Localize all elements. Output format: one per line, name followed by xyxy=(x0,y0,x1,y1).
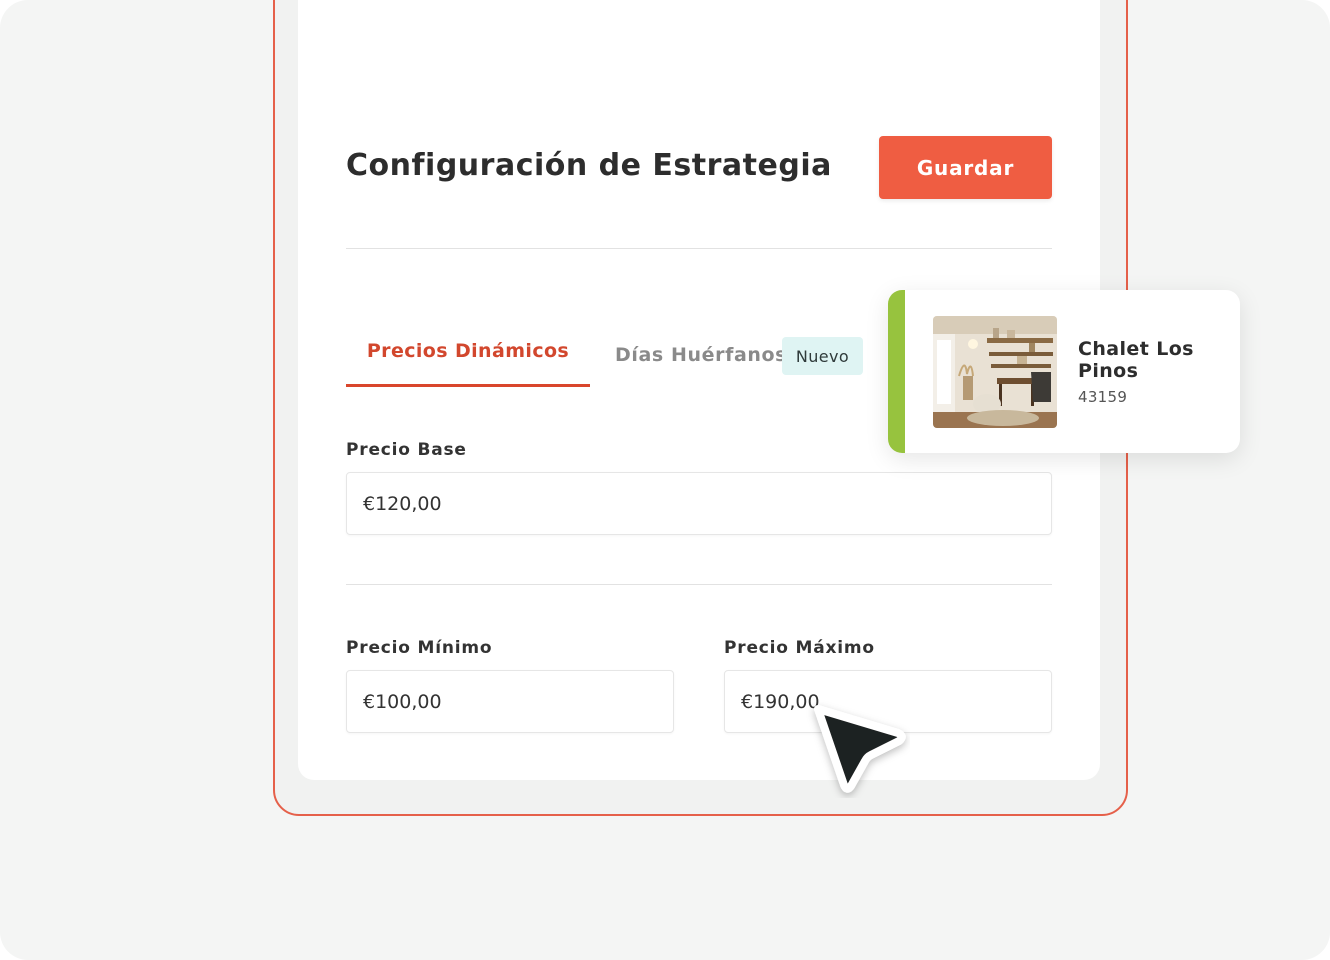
pointer-arrow-icon xyxy=(814,705,906,793)
min-price-input[interactable] xyxy=(346,670,674,733)
max-price-label: Precio Máximo xyxy=(724,638,875,658)
property-code: 43159 xyxy=(1078,388,1128,406)
tab-precios-dinamicos[interactable]: Precios Dinámicos xyxy=(346,340,590,387)
header-divider xyxy=(346,248,1052,249)
tab-label: Precios Dinámicos xyxy=(366,340,570,362)
card-accent-bar xyxy=(888,290,905,453)
base-price-label: Precio Base xyxy=(346,440,467,460)
base-price-input[interactable] xyxy=(346,472,1052,535)
new-badge: Nuevo xyxy=(782,337,863,375)
min-price-label: Precio Mínimo xyxy=(346,638,493,658)
section-divider xyxy=(346,584,1052,585)
property-photo xyxy=(933,316,1057,428)
property-name: Chalet Los Pinos xyxy=(1078,338,1194,382)
save-button[interactable]: Guardar xyxy=(879,136,1052,199)
tab-dias-huerfanos[interactable]: Días Huérfanos xyxy=(615,344,787,366)
page-title: Configuración de Estrategia xyxy=(346,148,832,183)
property-card[interactable]: Chalet Los Pinos 43159 xyxy=(888,290,1240,453)
tab-label: Días Huérfanos xyxy=(615,344,788,366)
